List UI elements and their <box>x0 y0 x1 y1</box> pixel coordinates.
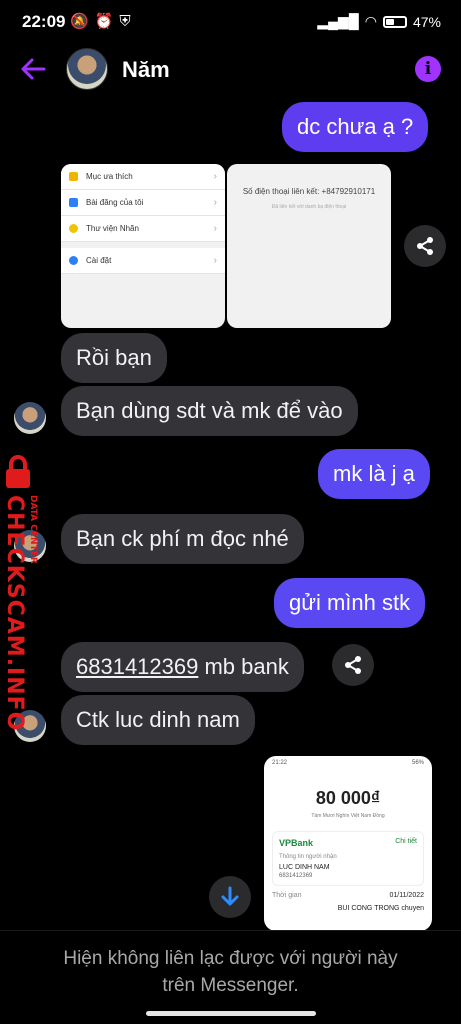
contact-name[interactable]: Năm <box>122 57 170 83</box>
notice-line-1: Hiện không liên lạc được với người này <box>63 948 398 969</box>
menu-row: Cài đặt › <box>61 248 225 274</box>
contact-avatar[interactable] <box>66 48 108 90</box>
watermark: CHECKSCAM.INFO DATA CENTER <box>0 455 46 731</box>
message-incoming[interactable]: Bạn ck phí m đọc nhé <box>61 514 304 564</box>
watermark-small-text: DATA CENTER <box>28 495 38 564</box>
message-text: dc chưa ạ ? <box>297 114 414 139</box>
share-button[interactable] <box>404 225 446 267</box>
phone-note: Đã liên kết với danh bạ điện thoại <box>271 204 347 210</box>
message-outgoing[interactable]: gửi mình stk <box>274 578 426 628</box>
signal-icon: ▂▄▆█ <box>317 13 359 29</box>
info-icon[interactable]: i <box>415 56 441 82</box>
arrow-down-icon <box>221 886 239 906</box>
message-incoming[interactable]: Ctk luc dinh nam <box>61 695 255 745</box>
status-time: 22:09 <box>22 12 66 31</box>
battery-percent: 47% <box>412 13 441 30</box>
menu-row: Bài đăng của tôi › <box>61 190 225 216</box>
receipt-time-row: Thời gian 01/11/2022 <box>272 892 424 899</box>
receipt-amount: 80 000₫ <box>315 788 381 808</box>
message-outgoing[interactable]: mk là j ạ <box>318 449 430 499</box>
scroll-down-button[interactable] <box>209 876 251 918</box>
message-incoming[interactable]: 6831412369 mb bank <box>61 642 304 692</box>
battery-icon <box>382 15 407 28</box>
menu-row: Thư viện Nhãn › <box>61 216 225 242</box>
lock-icon <box>6 455 30 488</box>
receipt-sender-row: BUI CONG TRONG chuyen <box>337 905 424 912</box>
bank-logo: VPBank <box>279 838 314 848</box>
back-arrow-icon[interactable] <box>18 54 48 84</box>
message-text: gửi mình stk <box>289 590 411 615</box>
share-button[interactable] <box>332 644 374 686</box>
shared-image-receipt[interactable]: 21:22 56% 80 000₫ Tám Mươi Nghìn Việt Nam… <box>264 756 432 931</box>
status-right: ▂▄▆█ ◠ 47% <box>317 13 441 30</box>
chat-header: Năm i <box>0 44 461 98</box>
unavailable-notice: Hiện không liên lạc được với người này t… <box>0 930 461 1024</box>
wifi-icon: ◠ <box>364 13 377 29</box>
menu-row: Mục ưa thích › <box>61 164 225 190</box>
receipt-card: VPBank Chi tiết Thông tin người nhận LUC… <box>272 831 424 886</box>
account-number-link[interactable]: 6831412369 <box>76 654 198 679</box>
share-icon <box>417 237 433 255</box>
notification-icons: 🔕⏰⛨ <box>70 13 137 30</box>
phone-number: +84792910171 <box>321 187 376 196</box>
message-text: mk là j ạ <box>333 461 415 486</box>
message-incoming[interactable]: Bạn dùng sdt và mk để vào <box>61 386 358 436</box>
share-icon <box>345 656 361 674</box>
phone-label: Số điện thoại liên kết: <box>242 187 320 196</box>
detail-link: Chi tiết <box>395 838 417 845</box>
receipt-status-bar: 21:22 56% <box>272 760 424 766</box>
shared-image-menu[interactable]: Mục ưa thích › Bài đăng của tôi › Thư viện… <box>61 164 225 328</box>
message-text: Ctk luc dinh nam <box>76 707 240 732</box>
message-text: mb bank <box>198 654 289 679</box>
contact-avatar-small <box>14 402 46 434</box>
home-indicator[interactable] <box>146 1011 316 1016</box>
notice-line-2: trên Messenger. <box>162 975 299 996</box>
message-outgoing[interactable]: dc chưa ạ ? <box>282 102 429 152</box>
message-text: Rồi bạn <box>76 345 152 370</box>
message-incoming[interactable]: Rồi bạn <box>61 333 167 383</box>
watermark-text: CHECKSCAM.INFO <box>2 495 27 732</box>
message-text: Bạn dùng sdt và mk để vào <box>76 398 343 423</box>
recipient-account: 6831412369 <box>279 873 313 879</box>
status-bar: 22:09 🔕⏰⛨ ▂▄▆█ ◠ 47% <box>0 0 461 44</box>
recipient-name: LUC DINH NAM <box>279 864 330 871</box>
recipient-label: Thông tin người nhận <box>279 854 337 860</box>
receipt-amount-words: Tám Mươi Nghìn Việt Nam Đồng <box>311 813 385 819</box>
shared-image-phone[interactable]: Số điện thoại liên kết: +84792910171 Đã … <box>227 164 391 328</box>
message-text: Bạn ck phí m đọc nhé <box>76 526 289 551</box>
